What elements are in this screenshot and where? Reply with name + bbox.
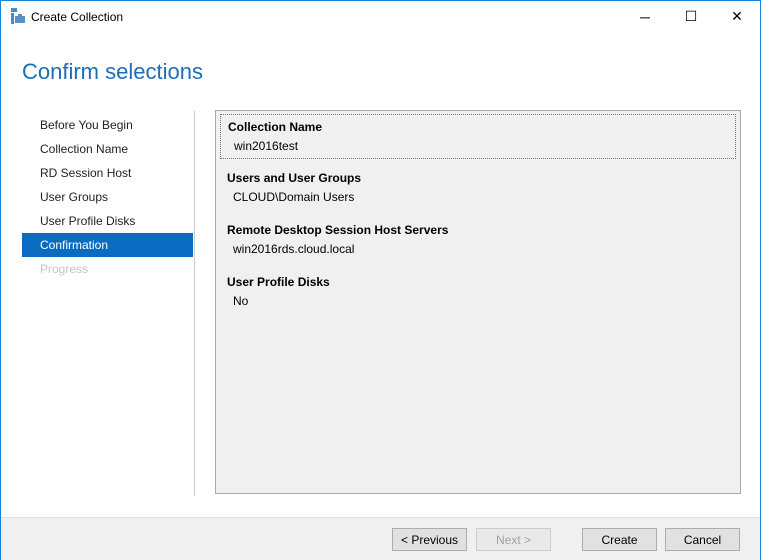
window-title: Create Collection xyxy=(31,10,124,24)
previous-button[interactable]: < Previous xyxy=(392,528,467,551)
section-label: User Profile Disks xyxy=(227,275,330,289)
section-collection-name[interactable]: Collection Name win2016test xyxy=(220,114,736,159)
create-button[interactable]: Create xyxy=(582,528,657,551)
maximize-button[interactable]: ☐ xyxy=(668,1,714,32)
minimize-button[interactable]: ─ xyxy=(622,1,668,32)
nav-item-progress: Progress xyxy=(40,262,89,276)
nav-item-confirmation[interactable]: Confirmation xyxy=(22,233,193,257)
title-bar: Create Collection ─ ☐ ✕ xyxy=(1,1,760,32)
section-label: Users and User Groups xyxy=(227,171,362,185)
footer: < Previous Next > Create Cancel xyxy=(1,517,760,560)
wizard-nav: Before You Begin Collection Name RD Sess… xyxy=(22,113,193,281)
section-value: CLOUD\Domain Users xyxy=(233,190,355,204)
nav-item-user-groups[interactable]: User Groups xyxy=(22,185,193,209)
section-value: win2016rds.cloud.local xyxy=(233,242,355,256)
next-button: Next > xyxy=(476,528,551,551)
nav-item-before-you-begin[interactable]: Before You Begin xyxy=(22,113,193,137)
confirmation-panel: Collection Name win2016test Users and Us… xyxy=(215,110,741,494)
nav-item-collection-name[interactable]: Collection Name xyxy=(22,137,193,161)
section-label: Remote Desktop Session Host Servers xyxy=(227,223,449,237)
page-title: Confirm selections xyxy=(22,59,203,84)
create-collection-window: Create Collection ─ ☐ ✕ Confirm selectio… xyxy=(0,0,761,560)
nav-divider xyxy=(194,111,195,496)
cancel-button[interactable]: Cancel xyxy=(665,528,740,551)
section-session-host-servers[interactable]: Remote Desktop Session Host Servers win2… xyxy=(220,218,736,261)
section-user-profile-disks[interactable]: User Profile Disks No xyxy=(220,270,736,313)
nav-item-user-profile-disks[interactable]: User Profile Disks xyxy=(22,209,193,233)
nav-item-rd-session-host[interactable]: RD Session Host xyxy=(22,161,193,185)
section-users-groups[interactable]: Users and User Groups CLOUD\Domain Users xyxy=(220,166,736,209)
collection-app-icon xyxy=(11,8,25,24)
section-label: Collection Name xyxy=(228,120,323,134)
section-value: win2016test xyxy=(234,139,299,153)
close-button[interactable]: ✕ xyxy=(714,1,760,32)
section-value: No xyxy=(233,294,249,308)
